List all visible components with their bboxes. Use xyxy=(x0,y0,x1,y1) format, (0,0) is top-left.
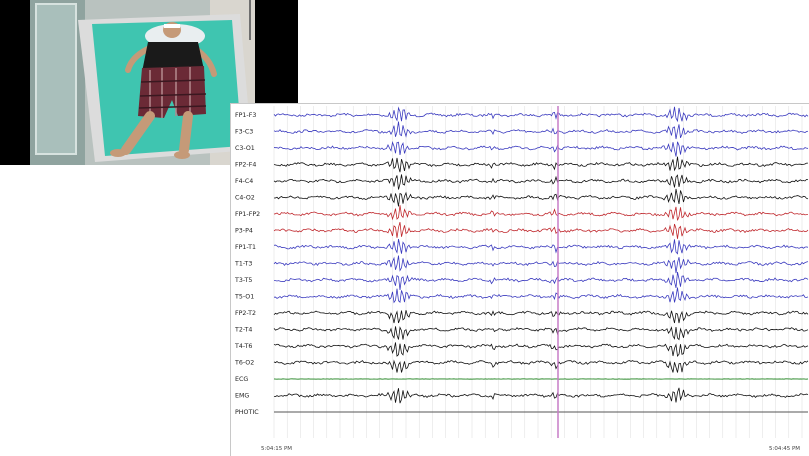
channel-label: P3-P4 xyxy=(235,228,253,235)
eeg-recording-panel: FP1-F3 F3-C3 C3-O1 FP2-F4 F4-C4 C4-O2 FP1-FP2 P… xyxy=(230,103,809,456)
channel-trace xyxy=(273,359,809,373)
channel-trace xyxy=(273,271,809,291)
channel-label: C4-O2 xyxy=(235,195,255,202)
channel-label: FP1-FP2 xyxy=(235,211,260,218)
eeg-grid xyxy=(273,106,803,438)
channel-label: T4-T6 xyxy=(234,343,252,350)
channel-label: FP2-T2 xyxy=(235,310,256,317)
channel-label: T3-T5 xyxy=(234,277,252,284)
channel-trace xyxy=(273,342,809,357)
channel-trace xyxy=(273,255,809,274)
channel-trace xyxy=(273,238,809,255)
channel-label: ECG xyxy=(235,376,248,383)
eeg-channel-labels: FP1-F3 F3-C3 C3-O1 FP2-F4 F4-C4 C4-O2 FP1-FP2 P… xyxy=(234,112,260,416)
channel-label: FP1-T1 xyxy=(235,244,256,251)
time-start-label: 5:04:15 PM xyxy=(261,446,292,452)
eeg-waveforms xyxy=(273,106,809,413)
channel-trace xyxy=(273,222,809,239)
channel-label: F3-C3 xyxy=(235,129,253,136)
channel-trace xyxy=(273,156,809,173)
channel-label: T1-T3 xyxy=(234,261,252,268)
channel-trace xyxy=(273,174,809,190)
channel-trace xyxy=(273,140,809,157)
channel-trace xyxy=(273,326,809,341)
channel-label: T2-T4 xyxy=(234,327,252,334)
channel-label: FP1-F3 xyxy=(235,112,256,119)
time-end-label: 5:04:45 PM xyxy=(769,446,800,452)
channel-trace xyxy=(273,310,809,324)
eeg-traces: FP1-F3 F3-C3 C3-O1 FP2-F4 F4-C4 C4-O2 FP1-FP2 P… xyxy=(234,106,809,452)
channel-label: FP2-F4 xyxy=(235,162,256,169)
channel-trace xyxy=(273,387,809,404)
channel-trace xyxy=(273,106,809,123)
channel-trace xyxy=(273,287,809,304)
channel-label: T6-O2 xyxy=(234,360,254,367)
channel-label: PHOTIC xyxy=(235,409,259,416)
channel-label: C3-O1 xyxy=(235,145,255,152)
channel-trace xyxy=(273,205,808,221)
channel-label: F4-C4 xyxy=(235,178,253,185)
channel-label: T5-O1 xyxy=(234,294,254,301)
channel-trace xyxy=(273,188,809,207)
channel-trace xyxy=(273,121,809,140)
channel-label: EMG xyxy=(235,393,249,400)
